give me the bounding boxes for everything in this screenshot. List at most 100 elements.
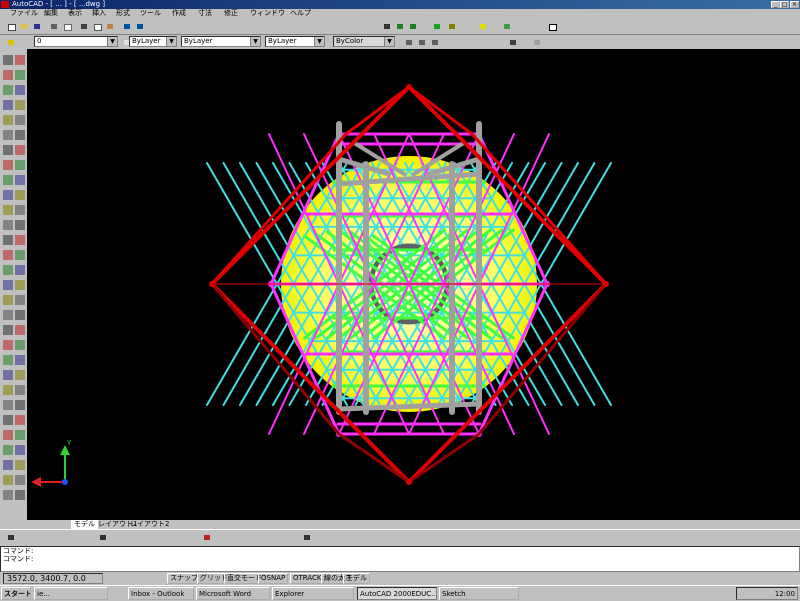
design-center-button[interactable] [500, 20, 513, 32]
menu-view[interactable]: 表示 [68, 9, 82, 18]
maximize-button[interactable]: □ [780, 1, 789, 8]
tool-button[interactable] [3, 475, 13, 485]
tool-button[interactable] [15, 235, 25, 245]
menu-tools[interactable]: ツール [140, 9, 161, 18]
taskbar-item[interactable]: Explorer [272, 587, 354, 600]
tool-button[interactable] [15, 265, 25, 275]
render-button[interactable] [506, 36, 519, 48]
tool-button[interactable] [3, 70, 13, 80]
fillet-tool[interactable] [300, 531, 313, 543]
close-button[interactable]: × [790, 1, 799, 8]
tool-button[interactable] [3, 205, 13, 215]
start-button[interactable]: スタート [1, 587, 31, 600]
tool-button[interactable] [3, 220, 13, 230]
rotate-tool[interactable] [96, 531, 109, 543]
tool-button[interactable] [15, 130, 25, 140]
tool-button[interactable] [3, 430, 13, 440]
menu-draw[interactable]: 作成 [172, 9, 186, 18]
tool-button[interactable] [15, 310, 25, 320]
tab-model[interactable]: モデル [71, 520, 98, 529]
tool-button[interactable] [3, 460, 13, 470]
command-line[interactable]: コマンド: コマンド: [0, 546, 800, 572]
tool-button[interactable] [15, 115, 25, 125]
tool-button[interactable] [3, 280, 13, 290]
tool-button[interactable] [15, 250, 25, 260]
tool-button[interactable] [3, 160, 13, 170]
tool-button[interactable] [3, 100, 13, 110]
tool-button[interactable] [15, 190, 25, 200]
cut-button[interactable] [77, 20, 90, 32]
tool-button[interactable] [15, 430, 25, 440]
tool-button[interactable] [15, 145, 25, 155]
autocad-app-icon[interactable] [1, 1, 9, 8]
tool-button[interactable] [3, 55, 13, 65]
menu-format[interactable]: 形式 [116, 9, 130, 18]
menu-modify[interactable]: 修正 [224, 9, 238, 18]
tool-button[interactable] [3, 415, 13, 425]
extend-tool[interactable] [200, 531, 213, 543]
tool-button[interactable] [3, 235, 13, 245]
otrack-toggle[interactable]: OTRACK [290, 573, 325, 584]
tool-button[interactable] [3, 385, 13, 395]
layers-button[interactable] [4, 36, 17, 48]
tool-button[interactable] [3, 370, 13, 380]
menu-dimension[interactable]: 寸法 [198, 9, 212, 18]
materials-button[interactable] [530, 36, 543, 48]
view-front-button[interactable] [415, 36, 428, 48]
tool-button[interactable] [3, 250, 13, 260]
taskbar-item[interactable]: Sketch [439, 587, 519, 600]
tool-button[interactable] [3, 310, 13, 320]
tool-button[interactable] [3, 130, 13, 140]
tool-button[interactable] [3, 325, 13, 335]
tool-button[interactable] [3, 400, 13, 410]
tool-button[interactable] [15, 475, 25, 485]
menu-file[interactable]: ファイル [10, 9, 38, 18]
tool-button[interactable] [15, 70, 25, 80]
help-button[interactable] [545, 20, 558, 32]
tool-button[interactable] [15, 415, 25, 425]
redo-button[interactable] [133, 20, 146, 32]
snap-toggle[interactable]: スナップ [167, 573, 201, 584]
tool-button[interactable] [15, 370, 25, 380]
layer-dropdown[interactable]: 0 ▼ [34, 36, 118, 47]
tool-button[interactable] [3, 355, 13, 365]
menu-edit[interactable]: 編集 [44, 9, 58, 18]
tool-button[interactable] [15, 340, 25, 350]
orbit-button[interactable] [430, 20, 443, 32]
menu-help[interactable]: ヘルプ [290, 9, 311, 18]
taskbar-item[interactable]: Inbox - Outlook [128, 587, 194, 600]
taskbar-item[interactable]: Microsoft Word [196, 587, 270, 600]
undo-button[interactable] [120, 20, 133, 32]
tool-button[interactable] [15, 205, 25, 215]
plotstyle-dropdown[interactable]: ByColor ▼ [333, 36, 395, 47]
tool-button[interactable] [15, 160, 25, 170]
color-dropdown[interactable]: ByLayer ▼ [129, 36, 177, 47]
model-toggle[interactable]: モデル [343, 573, 370, 584]
tool-button[interactable] [15, 280, 25, 290]
save-button[interactable] [30, 20, 43, 32]
tool-button[interactable] [15, 295, 25, 305]
tool-button[interactable] [3, 115, 13, 125]
tool-button[interactable] [15, 220, 25, 230]
tool-button[interactable] [3, 145, 13, 155]
taskbar-item-active[interactable]: AutoCAD 2000EDUC... [357, 587, 437, 600]
tool-button[interactable] [3, 175, 13, 185]
tool-button[interactable] [15, 100, 25, 110]
copy-button[interactable] [90, 20, 103, 32]
tool-button[interactable] [15, 355, 25, 365]
drawing-viewport[interactable]: Y [27, 49, 800, 520]
tool-button[interactable] [3, 190, 13, 200]
preview-button[interactable] [60, 20, 73, 32]
lineweight-dropdown[interactable]: ByLayer ▼ [265, 36, 325, 47]
new-button[interactable] [4, 20, 17, 32]
tool-button[interactable] [15, 490, 25, 500]
tool-button[interactable] [3, 85, 13, 95]
tool-button[interactable] [15, 460, 25, 470]
menu-insert[interactable]: 挿入 [92, 9, 106, 18]
osnap-toggle[interactable]: OSNAP [258, 573, 289, 584]
properties-button[interactable] [476, 20, 489, 32]
print-button[interactable] [47, 20, 60, 32]
tool-button[interactable] [15, 400, 25, 410]
tool-button[interactable] [3, 340, 13, 350]
paste-button[interactable] [103, 20, 116, 32]
